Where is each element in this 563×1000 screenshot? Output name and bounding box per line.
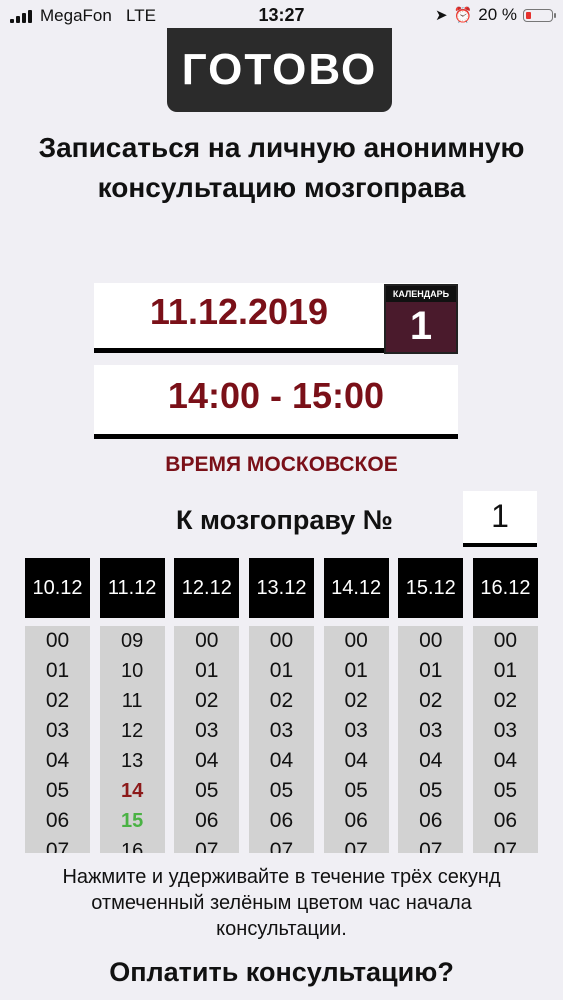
hour-item[interactable]: 04	[249, 746, 314, 776]
hour-item[interactable]: 07	[174, 836, 239, 853]
calendar-icon[interactable]: КАЛЕНДАРЬ 1	[384, 284, 458, 354]
hour-item[interactable]: 03	[25, 716, 90, 746]
hour-item[interactable]: 06	[473, 806, 538, 836]
hour-item[interactable]: 02	[324, 686, 389, 716]
day-column: 10.12 00 01 02 03 04 05 06 07	[25, 558, 90, 853]
hour-item[interactable]: 00	[249, 626, 314, 656]
hour-item[interactable]: 01	[473, 656, 538, 686]
hour-item[interactable]: 07	[324, 836, 389, 853]
day-column: 12.12 00 01 02 03 04 05 06 07	[174, 558, 240, 853]
hour-item[interactable]: 05	[249, 776, 314, 806]
hour-item[interactable]: 07	[249, 836, 314, 853]
hour-item[interactable]: 04	[324, 746, 389, 776]
day-header[interactable]: 12.12	[174, 558, 240, 618]
calendar-number: 1	[409, 304, 433, 348]
hour-item[interactable]: 02	[473, 686, 538, 716]
hour-item[interactable]: 10	[100, 656, 165, 686]
battery-percent: 20 %	[478, 5, 517, 24]
hour-item-selected[interactable]: 14	[100, 776, 165, 806]
hour-item-start[interactable]: 15	[100, 806, 165, 836]
hour-item[interactable]: 03	[174, 716, 239, 746]
hour-item[interactable]: 05	[324, 776, 389, 806]
hour-item[interactable]: 02	[249, 686, 314, 716]
hour-item[interactable]: 06	[249, 806, 314, 836]
hour-item[interactable]: 06	[398, 806, 463, 836]
selected-time-range: 14:00 - 15:00	[167, 375, 385, 416]
hour-item[interactable]: 00	[473, 626, 538, 656]
hour-item[interactable]: 02	[174, 686, 239, 716]
hour-item[interactable]: 01	[398, 656, 463, 686]
hour-item[interactable]: 03	[324, 716, 389, 746]
hour-list[interactable]: 00 01 02 03 04 05 06 07	[25, 626, 90, 853]
hour-item[interactable]: 02	[25, 686, 90, 716]
hour-item[interactable]: 13	[100, 746, 165, 776]
hour-item[interactable]: 12	[100, 716, 165, 746]
day-column: 13.12 00 01 02 03 04 05 06 07	[248, 558, 314, 853]
hour-item[interactable]: 06	[174, 806, 239, 836]
day-header[interactable]: 11.12	[99, 558, 165, 618]
selected-date: 11.12.2019	[149, 291, 329, 332]
day-header[interactable]: 13.12	[248, 558, 314, 618]
hour-list[interactable]: 00 01 02 03 04 05 06 07	[248, 626, 314, 853]
hour-item[interactable]: 01	[249, 656, 314, 686]
instruction-text: Нажмите и удерживайте в течение трёх сек…	[62, 866, 501, 940]
hour-list[interactable]: 00 01 02 03 04 05 06 07	[174, 626, 240, 853]
hour-item[interactable]: 07	[25, 836, 90, 853]
day-column: 16.12 00 01 02 03 04 05 06 07	[472, 558, 538, 853]
hour-item[interactable]: 01	[25, 656, 90, 686]
hour-item[interactable]: 11	[100, 686, 165, 716]
hour-item[interactable]: 04	[25, 746, 90, 776]
location-arrow-icon: ➤	[434, 7, 448, 24]
day-picker: 10.12 00 01 02 03 04 05 06 07 11.12 09 1…	[25, 558, 538, 853]
hour-item[interactable]: 16	[100, 836, 165, 853]
done-button[interactable]: ГОТОВО	[167, 28, 392, 112]
hour-item[interactable]: 00	[25, 626, 90, 656]
timezone-note: ВРЕМЯ МОСКОВСКОЕ	[165, 453, 398, 476]
hour-item[interactable]: 06	[25, 806, 90, 836]
hour-item[interactable]: 04	[398, 746, 463, 776]
day-column: 14.12 00 01 02 03 04 05 06 07	[323, 558, 389, 853]
battery-icon	[523, 8, 556, 22]
hour-item[interactable]: 00	[324, 626, 389, 656]
calendar-label: КАЛЕНДАРЬ	[386, 286, 456, 302]
hour-item[interactable]: 06	[324, 806, 389, 836]
day-header[interactable]: 14.12	[323, 558, 389, 618]
hour-list[interactable]: 09 10 11 12 13 14 15 16	[99, 626, 165, 853]
hour-item[interactable]: 05	[25, 776, 90, 806]
day-header[interactable]: 10.12	[25, 558, 90, 618]
hour-item[interactable]: 04	[174, 746, 239, 776]
day-column: 15.12 00 01 02 03 04 05 06 07	[398, 558, 464, 853]
hour-item[interactable]: 04	[473, 746, 538, 776]
time-field[interactable]: 14:00 - 15:00	[94, 365, 458, 439]
hour-item[interactable]: 05	[473, 776, 538, 806]
hour-item[interactable]: 09	[100, 626, 165, 656]
hour-item[interactable]: 03	[398, 716, 463, 746]
hour-item[interactable]: 07	[473, 836, 538, 853]
hour-item[interactable]: 00	[398, 626, 463, 656]
day-header[interactable]: 16.12	[472, 558, 538, 618]
page-title: Записаться на личную анонимную консульта…	[38, 132, 525, 203]
hour-item[interactable]: 01	[174, 656, 239, 686]
hour-item[interactable]: 03	[473, 716, 538, 746]
hour-list[interactable]: 00 01 02 03 04 05 06 07	[398, 626, 464, 853]
hour-item[interactable]: 07	[398, 836, 463, 853]
hour-item[interactable]: 05	[398, 776, 463, 806]
hour-item[interactable]: 02	[398, 686, 463, 716]
hour-item[interactable]: 05	[174, 776, 239, 806]
doctor-number-field[interactable]: 1	[463, 491, 537, 547]
day-header[interactable]: 15.12	[398, 558, 464, 618]
alarm-clock-icon: ⏰	[453, 7, 473, 24]
hour-item[interactable]: 03	[249, 716, 314, 746]
status-right: ➤ ⏰ 20 %	[434, 5, 556, 25]
doctor-label: К мозгоправу №	[176, 505, 393, 535]
hour-list[interactable]: 00 01 02 03 04 05 06 07	[472, 626, 538, 853]
day-column: 11.12 09 10 11 12 13 14 15 16	[99, 558, 165, 853]
hour-item[interactable]: 01	[324, 656, 389, 686]
hour-list[interactable]: 00 01 02 03 04 05 06 07	[323, 626, 389, 853]
pay-consultation-link[interactable]: Оплатить консультацию?	[0, 957, 563, 988]
hour-item[interactable]: 00	[174, 626, 239, 656]
